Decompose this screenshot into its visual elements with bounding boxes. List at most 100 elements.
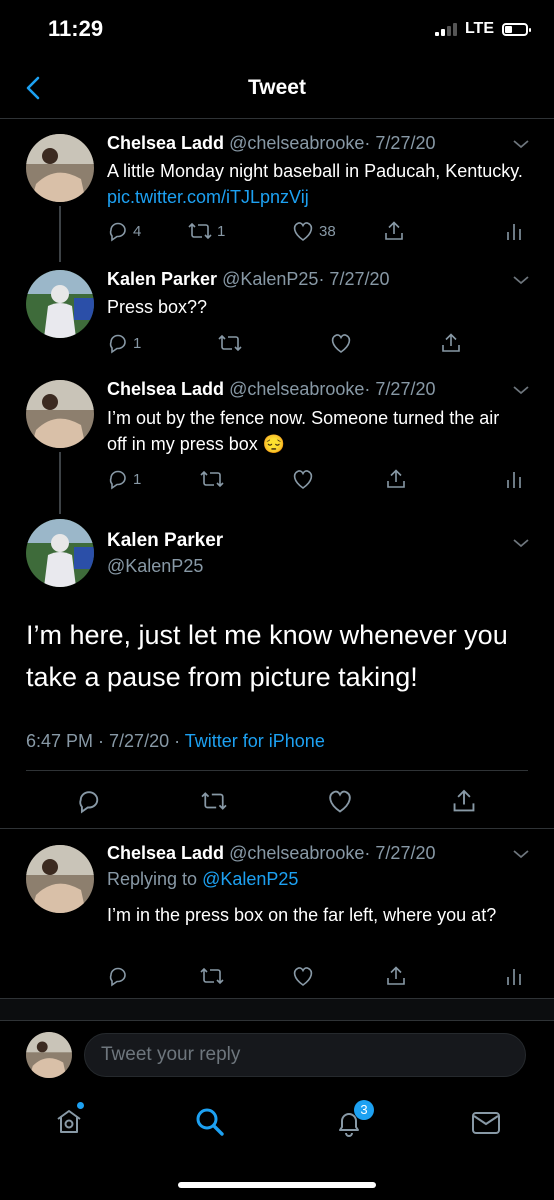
retweet-icon[interactable]: [199, 468, 225, 490]
retweet-icon[interactable]: [217, 332, 243, 354]
chevron-down-icon[interactable]: [512, 847, 530, 861]
heart-icon[interactable]: [329, 332, 353, 354]
analytics-icon[interactable]: [505, 220, 523, 242]
heart-icon[interactable]: [326, 788, 354, 814]
retweet-icon[interactable]: [199, 789, 229, 813]
tab-home[interactable]: [54, 1102, 88, 1140]
section-gap: [0, 998, 554, 1021]
analytics-icon[interactable]: [505, 468, 523, 490]
retweet-count: 1: [217, 222, 226, 240]
divider: [26, 770, 528, 771]
avatar[interactable]: [26, 519, 94, 587]
new-content-dot: [77, 1102, 84, 1109]
author-name[interactable]: Chelsea Ladd: [107, 379, 224, 399]
chevron-down-icon[interactable]: [512, 137, 530, 151]
avatar[interactable]: [26, 845, 94, 913]
thread-line: [59, 206, 61, 262]
main-author-handle[interactable]: @KalenP25: [107, 556, 203, 577]
tweet-text: I’m in the press box on the far left, wh…: [107, 905, 497, 925]
heart-icon: [293, 222, 313, 241]
tab-search[interactable]: [194, 1106, 226, 1143]
tweet-header: Chelsea Ladd @chelseabrooke· 7/27/20: [107, 843, 435, 864]
reply-icon[interactable]: [107, 965, 129, 987]
share-icon[interactable]: [440, 332, 462, 354]
tweet-actions: 4 1 38: [107, 218, 527, 244]
tweet-date: · 7/27/20: [364, 133, 436, 153]
heart-icon[interactable]: [291, 965, 315, 987]
author-handle[interactable]: @chelseabrooke: [229, 379, 364, 399]
reply-input[interactable]: Tweet your reply: [84, 1033, 526, 1077]
main-tweet-actions: [26, 785, 528, 817]
tab-notifications[interactable]: 3: [334, 1100, 374, 1143]
reply-count: 1: [133, 470, 142, 488]
tweet-header: Kalen Parker @KalenP25· 7/27/20: [107, 269, 390, 290]
analytics-icon[interactable]: [505, 965, 523, 987]
share-icon[interactable]: [451, 788, 477, 814]
search-icon: [196, 1108, 224, 1136]
tweet-date: · 7/27/20: [318, 269, 390, 289]
composer-avatar[interactable]: [26, 1032, 72, 1078]
reply-button[interactable]: 4: [107, 220, 141, 242]
retweet-button[interactable]: 1: [187, 220, 225, 242]
reply-icon: [109, 334, 126, 354]
battery-icon: [502, 22, 531, 36]
home-icon: [57, 1110, 81, 1133]
tweet-actions: 1: [107, 330, 527, 356]
retweet-icon: [188, 222, 212, 240]
tweet-actions: [107, 963, 527, 989]
reply-icon[interactable]: [76, 788, 102, 814]
status-indicators: LTE: [434, 20, 531, 38]
replying-to: Replying to @KalenP25: [107, 869, 299, 889]
author-name[interactable]: Chelsea Ladd: [107, 133, 224, 153]
mail-icon: [472, 1112, 500, 1134]
notifications-badge: 3: [354, 1100, 374, 1120]
tweet-text: I’m out by the fence now. Someone turned…: [107, 408, 500, 454]
like-button[interactable]: 38: [291, 220, 336, 242]
author-handle[interactable]: @KalenP25: [222, 269, 318, 289]
tab-messages[interactable]: [471, 1110, 501, 1141]
signal-icon: [434, 22, 457, 36]
tweet-header: Chelsea Ladd @chelseabrooke· 7/27/20: [107, 133, 435, 154]
tweet-date: · 7/27/20: [364, 843, 436, 863]
reply-count: 1: [133, 334, 142, 352]
network-label: LTE: [464, 20, 494, 37]
tweet-source[interactable]: Twitter for iPhone: [185, 731, 325, 751]
nav-header: Tweet: [0, 60, 554, 119]
tweet-actions: 1: [107, 466, 527, 492]
share-icon[interactable]: [385, 468, 407, 490]
reply-icon: [109, 222, 126, 242]
tweet-header: Chelsea Ladd @chelseabrooke· 7/27/20: [107, 379, 435, 400]
reply-button[interactable]: 1: [107, 468, 141, 490]
avatar[interactable]: [26, 134, 94, 202]
main-tweet-meta: 6:47 PM · 7/27/20 · Twitter for iPhone: [26, 731, 325, 752]
main-author-name[interactable]: Kalen Parker: [107, 530, 223, 552]
main-tweet-time: 6:47 PM · 7/27/20 ·: [26, 731, 185, 751]
avatar[interactable]: [26, 270, 94, 338]
chevron-down-icon[interactable]: [512, 273, 530, 287]
share-icon[interactable]: [385, 965, 407, 987]
main-tweet-text: I’m here, just let me know whenever you …: [26, 620, 508, 692]
retweet-icon[interactable]: [199, 965, 225, 987]
like-count: 38: [319, 222, 336, 240]
author-name[interactable]: Chelsea Ladd: [107, 843, 224, 863]
avatar[interactable]: [26, 380, 94, 448]
status-time: 11:29: [48, 16, 104, 41]
share-icon[interactable]: [383, 220, 405, 242]
tweet-text: Press box??: [107, 297, 208, 317]
page-title: Tweet: [248, 76, 306, 99]
reply-button[interactable]: 1: [107, 332, 141, 354]
tweet-text: A little Monday night baseball in Paduca…: [107, 161, 523, 207]
thread-line: [59, 452, 61, 514]
chevron-down-icon[interactable]: [512, 536, 530, 550]
tweet-media-link[interactable]: pic.twitter.com/iTJLpnzVij: [107, 187, 309, 207]
author-handle[interactable]: @chelseabrooke: [229, 133, 364, 153]
author-name[interactable]: Kalen Parker: [107, 269, 217, 289]
tweet-date: · 7/27/20: [364, 379, 436, 399]
heart-icon[interactable]: [291, 468, 315, 490]
reply-count: 4: [133, 222, 142, 240]
replying-to-handle[interactable]: @KalenP25: [202, 869, 298, 889]
reply-icon: [109, 470, 126, 490]
chevron-down-icon[interactable]: [512, 383, 530, 397]
divider: [0, 828, 554, 829]
author-handle[interactable]: @chelseabrooke: [229, 843, 364, 863]
